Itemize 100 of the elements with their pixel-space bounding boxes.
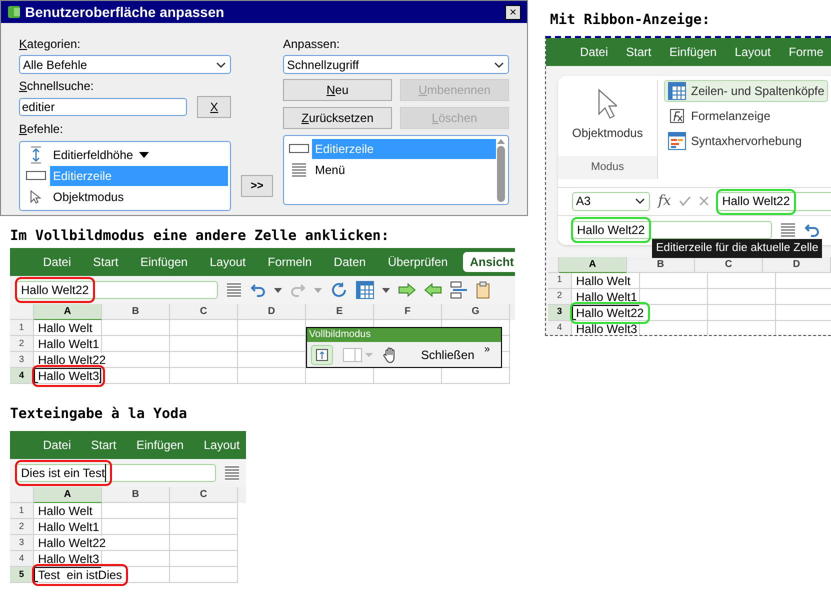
row-header[interactable]: 1	[10, 320, 34, 336]
undo-icon	[250, 282, 266, 298]
column-header[interactable]: E	[306, 304, 374, 320]
cell-text: Hallo Welt1	[576, 290, 638, 304]
grid-cell	[238, 368, 306, 384]
category-dropdown[interactable]: Alle Befehle	[19, 55, 231, 74]
column-header[interactable]: D	[238, 304, 306, 320]
scrollbar[interactable]	[496, 138, 506, 202]
mode-button[interactable]: Objektmodus	[572, 80, 643, 156]
sidebar-icon	[343, 348, 373, 362]
menu-tab[interactable]: Einfügen	[129, 435, 191, 455]
cell-text: Hallo Welt	[576, 274, 630, 288]
menu-tab[interactable]: Start	[86, 252, 126, 272]
menu-tab[interactable]: Einfügen	[133, 252, 195, 272]
lines-icon	[226, 282, 242, 298]
function-wizard-button[interactable]: fx	[658, 190, 672, 212]
column-header[interactable]: B	[102, 487, 170, 503]
field-label: Befehle:	[19, 121, 64, 138]
overflow-button[interactable]: »	[484, 342, 490, 357]
column-header[interactable]: C	[695, 256, 763, 272]
menu-tab[interactable]: Datei	[36, 252, 78, 272]
row-header[interactable]: 3	[10, 352, 34, 368]
formula-field[interactable]: Hallo Welt22	[717, 192, 831, 210]
column-header[interactable]: A	[559, 256, 627, 272]
grid-cell	[170, 368, 238, 384]
section-heading: Mit Ribbon-Anzeige:	[550, 11, 710, 30]
grid-cell	[170, 519, 238, 535]
menu-tab[interactable]: Datei	[36, 435, 78, 455]
column-header[interactable]: D	[763, 256, 831, 272]
ribbon-option[interactable]: Formelanzeige	[664, 105, 828, 127]
menu-tab[interactable]: Start	[84, 435, 124, 455]
column-header[interactable]: A	[34, 304, 102, 320]
column-header[interactable]: B	[627, 256, 695, 272]
dropdown-arrow-icon	[139, 152, 150, 158]
ribbon-option[interactable]: Syntaxhervorhebung	[664, 130, 828, 152]
row-header[interactable]: 4	[10, 551, 34, 567]
close-fullscreen-button[interactable]: Schließen	[421, 346, 474, 364]
column-header[interactable]: F	[374, 304, 442, 320]
grid-cell	[102, 368, 170, 384]
edit-line-field[interactable]: Hallo Welt22	[572, 221, 772, 239]
column-header[interactable]: A	[34, 487, 102, 503]
dropdown-arrow-icon	[314, 288, 322, 292]
menu-tab[interactable]: Start	[619, 42, 658, 62]
menu-tab[interactable]: Datei	[573, 42, 616, 62]
dialog-button[interactable]: Zurücksetzen	[283, 107, 392, 129]
menu-tab[interactable]: Überprüfen	[380, 252, 455, 272]
menu-tab[interactable]: Daten	[326, 252, 373, 272]
add-button[interactable]: >>	[241, 175, 273, 197]
row-header[interactable]: 1	[548, 272, 572, 288]
column-header[interactable]: B	[102, 304, 170, 320]
color-table-icon	[668, 132, 686, 150]
column-header[interactable]: C	[170, 487, 238, 503]
window-title: Benutzeroberfläche anpassen	[25, 2, 226, 22]
menu-tab[interactable]: Forme	[782, 42, 830, 62]
grid-cell	[708, 304, 776, 320]
chevron-down-icon	[634, 196, 646, 206]
menu-tab[interactable]: Formeln	[260, 252, 319, 272]
row-header[interactable]: 4	[10, 368, 34, 384]
row-header[interactable]: 4	[548, 320, 572, 335]
cell-text: Hallo Welt	[38, 504, 92, 518]
grid-cell	[170, 551, 238, 567]
row-header[interactable]: 2	[10, 519, 34, 535]
dialog-button[interactable]: Neu	[283, 79, 392, 101]
column-header[interactable]: G	[442, 304, 510, 320]
table-icon	[668, 82, 686, 100]
list-item[interactable]: Objektmodus	[50, 186, 228, 206]
row-header[interactable]: 5	[10, 567, 34, 583]
field-icon	[26, 170, 46, 181]
lines-icon	[780, 222, 796, 238]
row-header[interactable]: 2	[10, 336, 34, 352]
list-item[interactable]: Editierfeldhöhe	[50, 144, 228, 164]
menu-tab[interactable]: Layout	[728, 42, 778, 62]
pointer-icon	[30, 190, 42, 204]
edit-line-field[interactable]: Dies ist ein Test	[16, 464, 216, 482]
close-button[interactable]: ×	[505, 4, 521, 20]
name-box[interactable]: A3	[572, 192, 650, 210]
cell-text: Test ein istDies	[38, 568, 122, 582]
edit-line-field[interactable]: Hallo Welt22	[16, 281, 218, 299]
menu-tab[interactable]: Layout	[196, 435, 246, 455]
search-field[interactable]: editier	[19, 98, 188, 116]
row-header[interactable]: 2	[548, 288, 572, 304]
grid-cell	[170, 535, 238, 551]
column-header[interactable]: C	[170, 304, 238, 320]
clipboard-icon	[476, 281, 490, 299]
pointer-icon	[597, 88, 618, 120]
grid-cell	[170, 567, 238, 583]
cell-text: Hallo Welt1	[38, 337, 100, 351]
customize-dropdown[interactable]: Schnellzugriff	[283, 55, 509, 74]
row-header[interactable]: 1	[10, 503, 34, 519]
ribbon-option[interactable]: Zeilen- und Spaltenköpfe	[664, 80, 828, 102]
fullscreen-button[interactable]	[311, 344, 333, 364]
menu-tab[interactable]: Einfügen	[662, 42, 724, 62]
clear-button[interactable]: X	[197, 96, 231, 118]
list-item[interactable]: Menü	[312, 160, 496, 180]
menu-tab[interactable]: Layout	[202, 252, 253, 272]
row-header[interactable]: 3	[10, 535, 34, 551]
grid-cell	[708, 272, 776, 288]
field-label: Anpassen:	[283, 36, 341, 53]
menu-tab[interactable]: Ansicht	[462, 252, 515, 272]
hand-icon	[383, 346, 397, 362]
